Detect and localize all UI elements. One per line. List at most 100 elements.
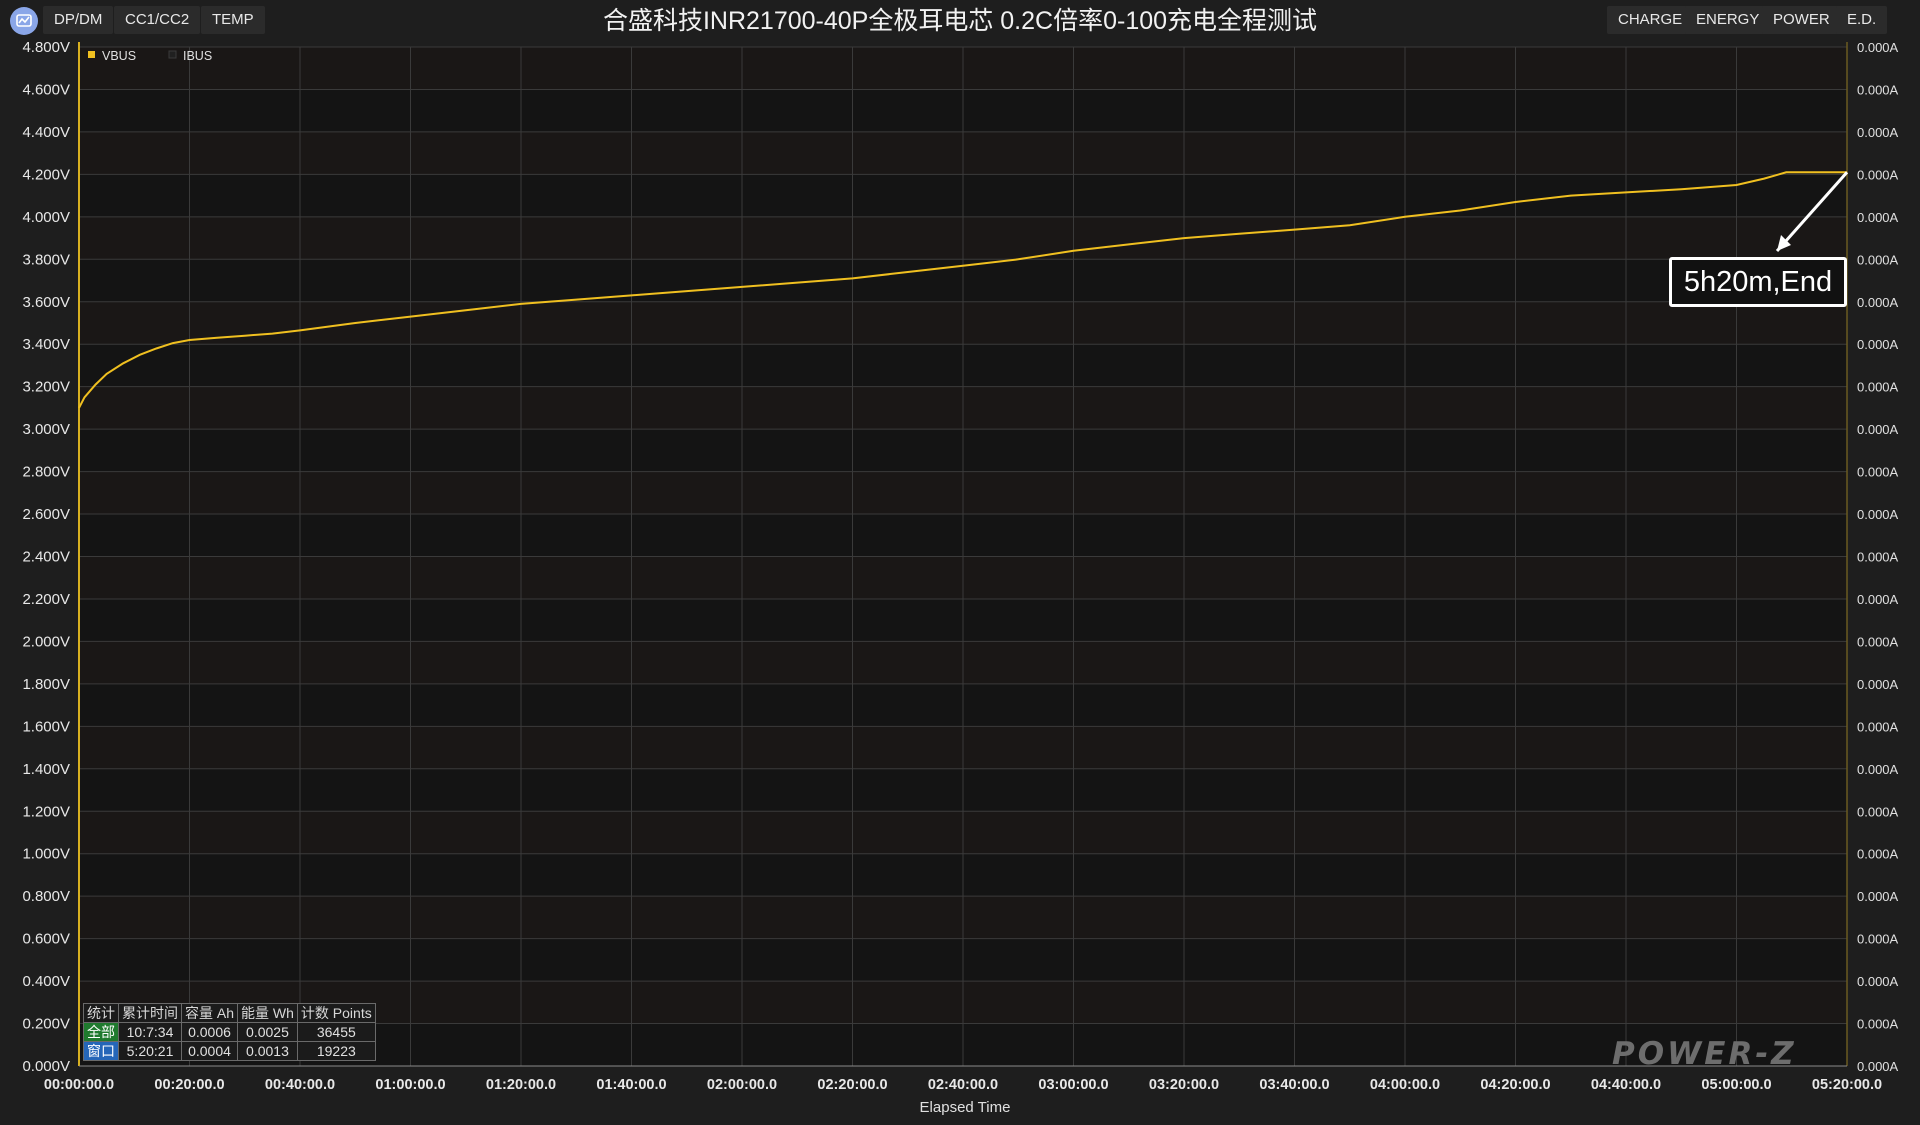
watermark-logo: POWER-Z bbox=[1612, 1036, 1797, 1072]
x-tick-label: 05:20:00.0 bbox=[1812, 1077, 1882, 1093]
y-tick-label: 1.200V bbox=[22, 803, 70, 820]
stats-header: 计数 Points bbox=[296, 1003, 376, 1023]
y-tick-label: 2.400V bbox=[22, 549, 70, 566]
app-logo-icon[interactable] bbox=[10, 7, 38, 35]
y2-tick-label: 0.000A bbox=[1857, 337, 1899, 352]
y2-tick-label: 0.000A bbox=[1857, 677, 1899, 692]
y-tick-label: 2.000V bbox=[22, 633, 70, 650]
y2-tick-label: 0.000A bbox=[1857, 40, 1899, 55]
row-label-window: 窗口 bbox=[83, 1041, 119, 1061]
y2-tick-label: 0.000A bbox=[1857, 719, 1899, 734]
stats-header: 累计时间 bbox=[118, 1003, 182, 1023]
tab-charge[interactable]: CHARGE bbox=[1607, 6, 1694, 34]
y2-tick-label: 0.000A bbox=[1857, 507, 1899, 522]
x-tick-label: 04:40:00.0 bbox=[1591, 1077, 1661, 1093]
x-tick-label: 04:20:00.0 bbox=[1480, 1077, 1550, 1093]
y2-tick-label: 0.000A bbox=[1857, 634, 1899, 649]
y2-tick-label: 0.000A bbox=[1857, 550, 1899, 565]
legend-swatch-ibus bbox=[168, 50, 177, 59]
y-tick-label: 1.000V bbox=[22, 846, 70, 863]
y-tick-label: 1.800V bbox=[22, 676, 70, 693]
y-tick-label: 3.200V bbox=[22, 379, 70, 396]
y-tick-label: 0.600V bbox=[22, 931, 70, 948]
x-tick-label: 00:20:00.0 bbox=[154, 1077, 224, 1093]
legend-label-ibus: IBUS bbox=[183, 49, 212, 63]
y2-tick-label: 0.000A bbox=[1857, 847, 1899, 862]
y-tick-label: 0.800V bbox=[22, 888, 70, 905]
y-tick-label: 4.400V bbox=[22, 124, 70, 141]
x-tick-label: 00:40:00.0 bbox=[265, 1077, 335, 1093]
y-tick-label: 4.000V bbox=[22, 209, 70, 226]
y-tick-label: 2.800V bbox=[22, 464, 70, 481]
y-tick-label: 1.600V bbox=[22, 718, 70, 735]
y2-tick-label: 0.000A bbox=[1857, 804, 1899, 819]
y-tick-label: 2.600V bbox=[22, 506, 70, 523]
x-tick-label: 01:40:00.0 bbox=[596, 1077, 666, 1093]
y2-tick-label: 0.000A bbox=[1857, 295, 1899, 310]
cell-energy: 0.0025 bbox=[237, 1022, 298, 1042]
stats-header: 容量 Ah bbox=[180, 1003, 239, 1023]
y2-tick-label: 0.000A bbox=[1857, 380, 1899, 395]
tab-ed[interactable]: E.D. bbox=[1836, 6, 1888, 34]
y2-tick-label: 0.000A bbox=[1857, 1059, 1899, 1074]
x-tick-label: 02:20:00.0 bbox=[817, 1077, 887, 1093]
y-tick-label: 4.200V bbox=[22, 166, 70, 183]
y-tick-label: 0.400V bbox=[22, 973, 70, 990]
y2-tick-label: 0.000A bbox=[1857, 932, 1899, 947]
y2-tick-label: 0.000A bbox=[1857, 1017, 1899, 1032]
y2-tick-label: 0.000A bbox=[1857, 125, 1899, 140]
y2-tick-label: 0.000A bbox=[1857, 889, 1899, 904]
toolbar: DP/DM CC1/CC2 TEMP CHARGE ENERGY POWER E… bbox=[0, 0, 1920, 42]
tab-cc1-cc2[interactable]: CC1/CC2 bbox=[114, 6, 201, 34]
stats-header: 能量 Wh bbox=[237, 1003, 298, 1023]
x-tick-label: 03:20:00.0 bbox=[1149, 1077, 1219, 1093]
y-tick-label: 1.400V bbox=[22, 761, 70, 778]
y2-tick-label: 0.000A bbox=[1857, 167, 1899, 182]
x-axis-label: Elapsed Time bbox=[920, 1099, 1011, 1116]
x-tick-label: 01:00:00.0 bbox=[375, 1077, 445, 1093]
tab-temp[interactable]: TEMP bbox=[201, 6, 265, 34]
y2-tick-label: 0.000A bbox=[1857, 252, 1899, 267]
cell-points: 19223 bbox=[296, 1041, 376, 1061]
y2-tick-label: 0.000A bbox=[1857, 592, 1899, 607]
cell-energy: 0.0013 bbox=[237, 1041, 298, 1061]
tab-energy[interactable]: ENERGY bbox=[1685, 6, 1771, 34]
x-tick-label: 05:00:00.0 bbox=[1701, 1077, 1771, 1093]
y2-tick-label: 0.000A bbox=[1857, 210, 1899, 225]
tab-power[interactable]: POWER bbox=[1762, 6, 1841, 34]
x-tick-label: 01:20:00.0 bbox=[486, 1077, 556, 1093]
cell-capacity: 0.0004 bbox=[180, 1041, 239, 1061]
row-label-all: 全部 bbox=[83, 1022, 119, 1042]
y2-tick-label: 0.000A bbox=[1857, 82, 1899, 97]
cell-time: 5:20:21 bbox=[118, 1041, 182, 1061]
cell-time: 10:7:34 bbox=[118, 1022, 182, 1042]
x-tick-label: 04:00:00.0 bbox=[1370, 1077, 1440, 1093]
y-tick-label: 3.000V bbox=[22, 421, 70, 438]
y-tick-label: 4.600V bbox=[22, 81, 70, 98]
tab-dp-dm[interactable]: DP/DM bbox=[43, 6, 114, 34]
x-tick-label: 03:40:00.0 bbox=[1259, 1077, 1329, 1093]
x-tick-label: 00:00:00.0 bbox=[44, 1077, 114, 1093]
y2-tick-label: 0.000A bbox=[1857, 762, 1899, 777]
stats-table: 统计 累计时间 容量 Ah 能量 Wh 计数 Points 全部 10:7:34… bbox=[83, 1003, 376, 1061]
y2-tick-label: 0.000A bbox=[1857, 465, 1899, 480]
y-tick-label: 3.800V bbox=[22, 251, 70, 268]
y2-tick-label: 0.000A bbox=[1857, 422, 1899, 437]
x-tick-label: 03:00:00.0 bbox=[1038, 1077, 1108, 1093]
table-row: 全部 10:7:34 0.0006 0.0025 36455 bbox=[83, 1022, 376, 1042]
voltage-chart[interactable]: 4.800V4.600V4.400V4.200V4.000V3.800V3.60… bbox=[0, 0, 1920, 1125]
y-tick-label: 3.600V bbox=[22, 294, 70, 311]
y-tick-label: 0.200V bbox=[22, 1016, 70, 1033]
stats-header: 统计 bbox=[83, 1003, 119, 1023]
end-annotation: 5h20m,End bbox=[1669, 257, 1847, 307]
cell-points: 36455 bbox=[296, 1022, 376, 1042]
cell-capacity: 0.0006 bbox=[180, 1022, 239, 1042]
legend-label-vbus: VBUS bbox=[102, 49, 136, 63]
table-row: 窗口 5:20:21 0.0004 0.0013 19223 bbox=[83, 1041, 376, 1061]
y-tick-label: 3.400V bbox=[22, 336, 70, 353]
y2-tick-label: 0.000A bbox=[1857, 974, 1899, 989]
x-tick-label: 02:40:00.0 bbox=[928, 1077, 998, 1093]
x-tick-label: 02:00:00.0 bbox=[707, 1077, 777, 1093]
legend-swatch-vbus bbox=[88, 51, 95, 58]
y-tick-label: 0.000V bbox=[22, 1058, 70, 1075]
